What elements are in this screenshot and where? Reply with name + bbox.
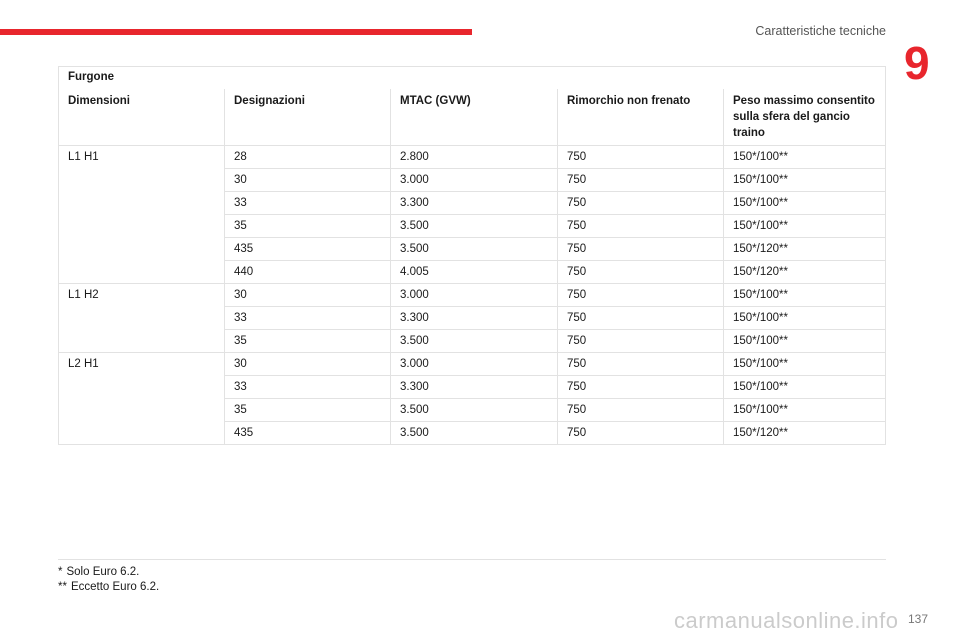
table-cell: 150*/120**	[723, 260, 886, 284]
table-cell: 33	[224, 191, 391, 215]
table-cell: 750	[557, 191, 724, 215]
watermark: carmanualsonline.info	[674, 608, 899, 633]
page-number: 137	[907, 612, 928, 626]
col-header-designazioni: Designazioni	[224, 89, 391, 146]
table-cell: 3.500	[390, 237, 558, 261]
table-cell: 150*/100**	[723, 283, 886, 307]
table-cell: 750	[557, 145, 724, 169]
table-cell: 3.000	[390, 352, 558, 376]
table-cell: 28	[224, 145, 391, 169]
table-body: L1 H1 28 2.800 750 150*/100** 30 3.000 750 150*/…	[58, 145, 886, 445]
table-cell: 150*/100**	[723, 191, 886, 215]
table-cell: 150*/120**	[723, 237, 886, 261]
table-cell: 35	[224, 398, 391, 422]
table-cell: 750	[557, 375, 724, 399]
table-cell: 3.300	[390, 191, 558, 215]
table-cell: 750	[557, 214, 724, 238]
table-cell: 2.800	[390, 145, 558, 169]
table-cell: 150*/100**	[723, 168, 886, 192]
table-cell: 750	[557, 421, 724, 445]
footnote-text: Eccetto Euro 6.2.	[70, 581, 160, 593]
table-cell: 3.300	[390, 375, 558, 399]
table-cell: 440	[224, 260, 391, 284]
footnote-mark: *	[58, 566, 63, 578]
header-accent-bar	[0, 29, 472, 35]
chapter-number: 9	[904, 37, 930, 89]
table-cell: 30	[224, 283, 391, 307]
table-cell: 3.500	[390, 421, 558, 445]
dimension-cell: L1 H1	[58, 145, 225, 284]
table-cell: 750	[557, 329, 724, 353]
footnote-divider	[58, 559, 886, 560]
table-cell: 150*/100**	[723, 375, 886, 399]
table-row: L1 H1 28 2.800 750 150*/100**	[58, 145, 886, 284]
table-cell: 150*/100**	[723, 329, 886, 353]
table-cell: 3.000	[390, 168, 558, 192]
table-cell: 150*/100**	[723, 352, 886, 376]
table-cell: 3.000	[390, 283, 558, 307]
table-cell: 35	[224, 329, 391, 353]
table-cell: 3.500	[390, 329, 558, 353]
dimension-cell: L1 H2	[58, 283, 225, 353]
dimension-cell: L2 H1	[58, 352, 225, 445]
table-cell: 435	[224, 421, 391, 445]
table-row: L2 H1 30 3.000 750 150*/100**	[58, 352, 886, 445]
table-cell: 750	[557, 168, 724, 192]
table-cell: 435	[224, 237, 391, 261]
table-cell: 750	[557, 398, 724, 422]
table-cell: 150*/100**	[723, 145, 886, 169]
table-cell: 30	[224, 168, 391, 192]
table-cell: 750	[557, 352, 724, 376]
table-cell: 150*/120**	[723, 421, 886, 445]
table-cell: 4.005	[390, 260, 558, 284]
footnotes: * Solo Euro 6.2. ** Eccetto Euro 6.2.	[58, 565, 159, 595]
table-row: L1 H2 30 3.000 750 150*/100**	[58, 283, 886, 353]
table-cell: 150*/100**	[723, 398, 886, 422]
spec-table: Furgone Dimensioni Designazioni MTAC (GV…	[58, 66, 886, 445]
footnote: * Solo Euro 6.2.	[58, 565, 159, 580]
table-cell: 750	[557, 237, 724, 261]
table-cell: 750	[557, 306, 724, 330]
table-cell: 3.500	[390, 398, 558, 422]
col-header-peso-massimo: Peso massimo consentito sulla sfera del …	[723, 89, 886, 146]
table-title: Furgone	[58, 66, 886, 89]
section-title: Caratteristiche tecniche	[755, 24, 886, 38]
table-cell: 150*/100**	[723, 214, 886, 238]
footnote: ** Eccetto Euro 6.2.	[58, 580, 159, 595]
table-cell: 33	[224, 375, 391, 399]
table-cell: 3.500	[390, 214, 558, 238]
table-cell: 33	[224, 306, 391, 330]
footnote-text: Solo Euro 6.2.	[66, 566, 140, 578]
col-header-mtac: MTAC (GVW)	[390, 89, 558, 146]
table-cell: 3.300	[390, 306, 558, 330]
table-cell: 30	[224, 352, 391, 376]
col-header-rimorchio: Rimorchio non frenato	[557, 89, 724, 146]
table-cell: 750	[557, 283, 724, 307]
table-cell: 35	[224, 214, 391, 238]
col-header-dimensioni: Dimensioni	[58, 89, 225, 146]
table-cell: 150*/100**	[723, 306, 886, 330]
footnote-mark: **	[58, 581, 67, 593]
table-cell: 750	[557, 260, 724, 284]
